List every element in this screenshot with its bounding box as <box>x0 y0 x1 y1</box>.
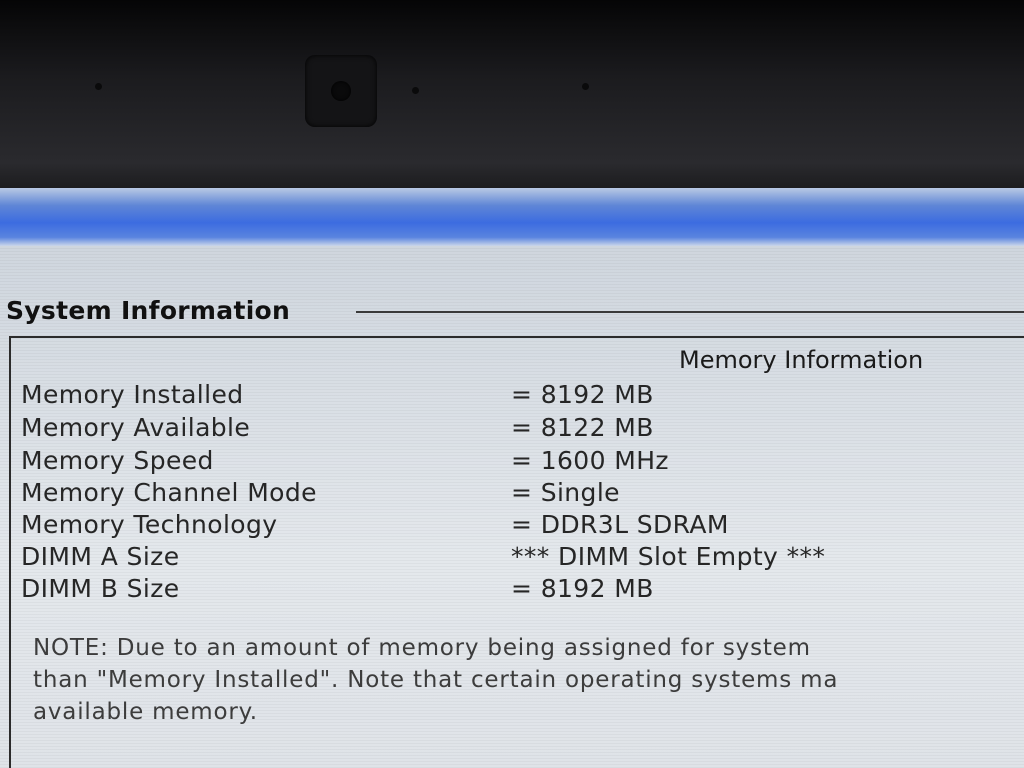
section-title: System Information <box>6 296 291 325</box>
laptop-bezel <box>0 0 1024 192</box>
bezel-sensor-mid <box>412 87 419 94</box>
webcam-lens <box>331 81 351 101</box>
bios-screen: System Information Memory Information Me… <box>0 188 1024 768</box>
bezel-sensor-left <box>95 83 102 90</box>
row-label: DIMM A Size <box>21 542 180 571</box>
row-memory-channel-mode: Memory Channel Mode = Single <box>11 478 1021 510</box>
row-label: Memory Channel Mode <box>21 478 317 507</box>
row-label: Memory Speed <box>21 446 214 475</box>
row-label: Memory Technology <box>21 510 278 539</box>
section-divider <box>356 311 1024 313</box>
row-memory-available: Memory Available = 8122 MB <box>11 413 1021 445</box>
row-value: = Single <box>511 478 620 507</box>
panel-heading: Memory Information <box>679 346 924 374</box>
row-memory-speed: Memory Speed = 1600 MHz <box>11 446 1021 478</box>
row-value: = 1600 MHz <box>511 446 669 475</box>
memory-note: NOTE: Due to an amount of memory being a… <box>33 632 1023 728</box>
webcam <box>305 55 377 127</box>
row-value: = DDR3L SDRAM <box>511 510 729 539</box>
row-dimm-b-size: DIMM B Size = 8192 MB <box>11 574 1021 606</box>
note-line-3: available memory. <box>33 699 258 725</box>
note-line-2: than "Memory Installed". Note that certa… <box>33 667 839 693</box>
note-line-1: NOTE: Due to an amount of memory being a… <box>33 635 811 661</box>
row-value: *** DIMM Slot Empty *** <box>511 542 826 571</box>
row-memory-installed: Memory Installed = 8192 MB <box>11 380 1021 412</box>
row-value: = 8192 MB <box>511 380 654 409</box>
bezel-sensor-right <box>582 83 589 90</box>
row-value: = 8192 MB <box>511 574 654 603</box>
row-memory-technology: Memory Technology = DDR3L SDRAM <box>11 510 1021 542</box>
row-value: = 8122 MB <box>511 413 654 442</box>
row-label: DIMM B Size <box>21 574 180 603</box>
row-label: Memory Installed <box>21 380 244 409</box>
title-bar <box>0 188 1024 246</box>
row-label: Memory Available <box>21 413 251 442</box>
system-information-page: System Information Memory Information Me… <box>0 246 1024 768</box>
memory-information-panel: Memory Information Memory Installed = 81… <box>9 336 1024 768</box>
row-dimm-a-size: DIMM A Size *** DIMM Slot Empty *** <box>11 542 1021 574</box>
